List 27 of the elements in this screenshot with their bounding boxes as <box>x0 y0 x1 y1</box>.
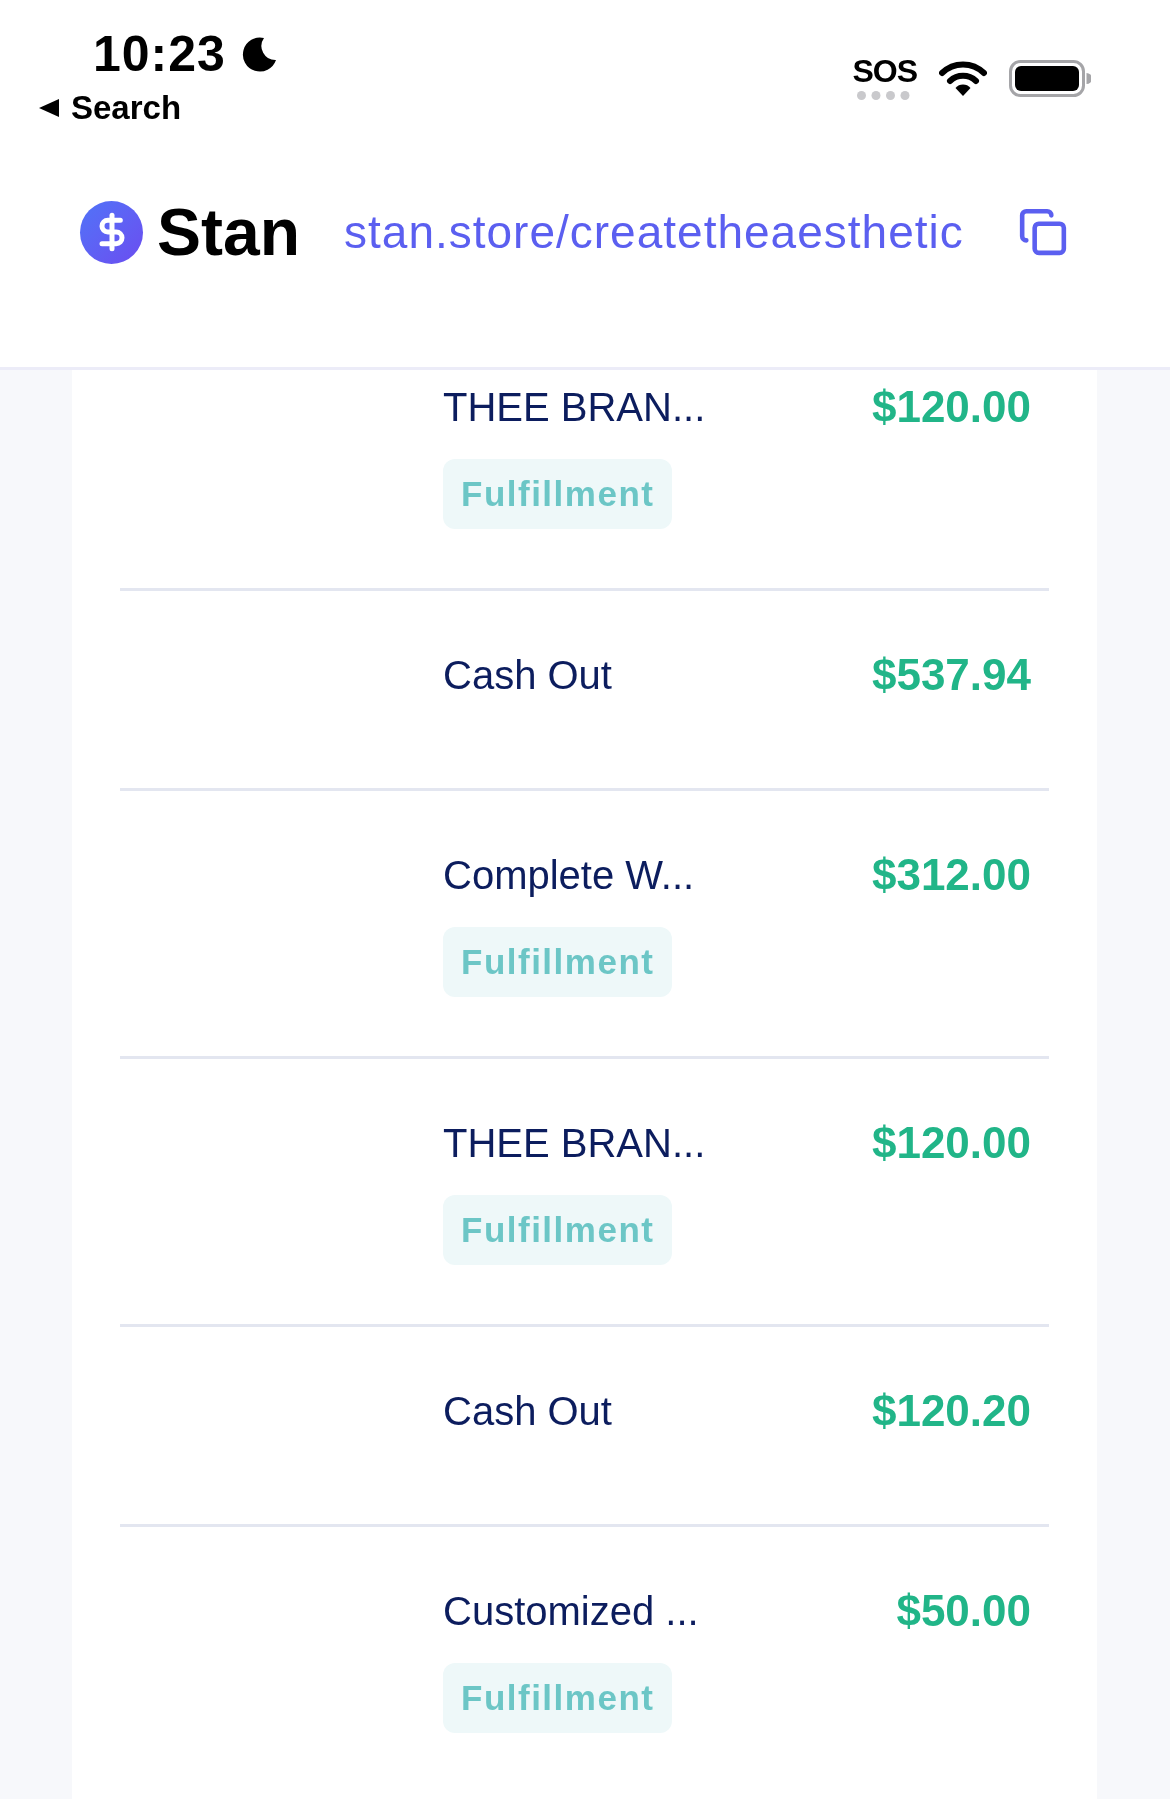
wifi-icon <box>939 60 987 96</box>
transaction-title: Customized ... <box>443 1588 699 1635</box>
fulfillment-tag: Fulfillment <box>443 459 673 529</box>
back-link[interactable]: Search <box>39 88 278 128</box>
transaction-title: THEE BRAN... <box>443 1120 706 1167</box>
battery-icon <box>1009 59 1091 97</box>
fulfillment-tag: Fulfillment <box>443 927 673 997</box>
copy-button[interactable] <box>1018 206 1068 258</box>
transaction-title: Complete W... <box>443 852 695 899</box>
back-arrow-icon <box>39 99 59 117</box>
transaction-amount: $537.94 <box>871 651 1031 699</box>
transaction-amount: $120.00 <box>871 383 1031 431</box>
transaction-amount: $312.00 <box>871 851 1031 899</box>
transaction-title: Cash Out <box>443 1388 612 1435</box>
clock-time: 10:23 <box>93 26 226 82</box>
moon-icon <box>241 36 278 72</box>
brand-name: Stan <box>157 194 301 270</box>
sos-label: SOS <box>852 56 917 86</box>
store-url-link[interactable]: stan.store/createtheaesthetic <box>344 204 964 260</box>
copy-icon <box>1018 207 1068 257</box>
transaction-title: Cash Out <box>443 652 612 699</box>
transaction-amount: $50.00 <box>896 1587 1031 1635</box>
fulfillment-tag: Fulfillment <box>443 1195 673 1265</box>
transaction-amount: $120.00 <box>871 1119 1031 1167</box>
transaction-amount: $120.20 <box>871 1387 1031 1435</box>
transaction-title: THEE BRAN... <box>443 384 706 431</box>
fulfillment-tag: Fulfillment <box>443 1663 673 1733</box>
